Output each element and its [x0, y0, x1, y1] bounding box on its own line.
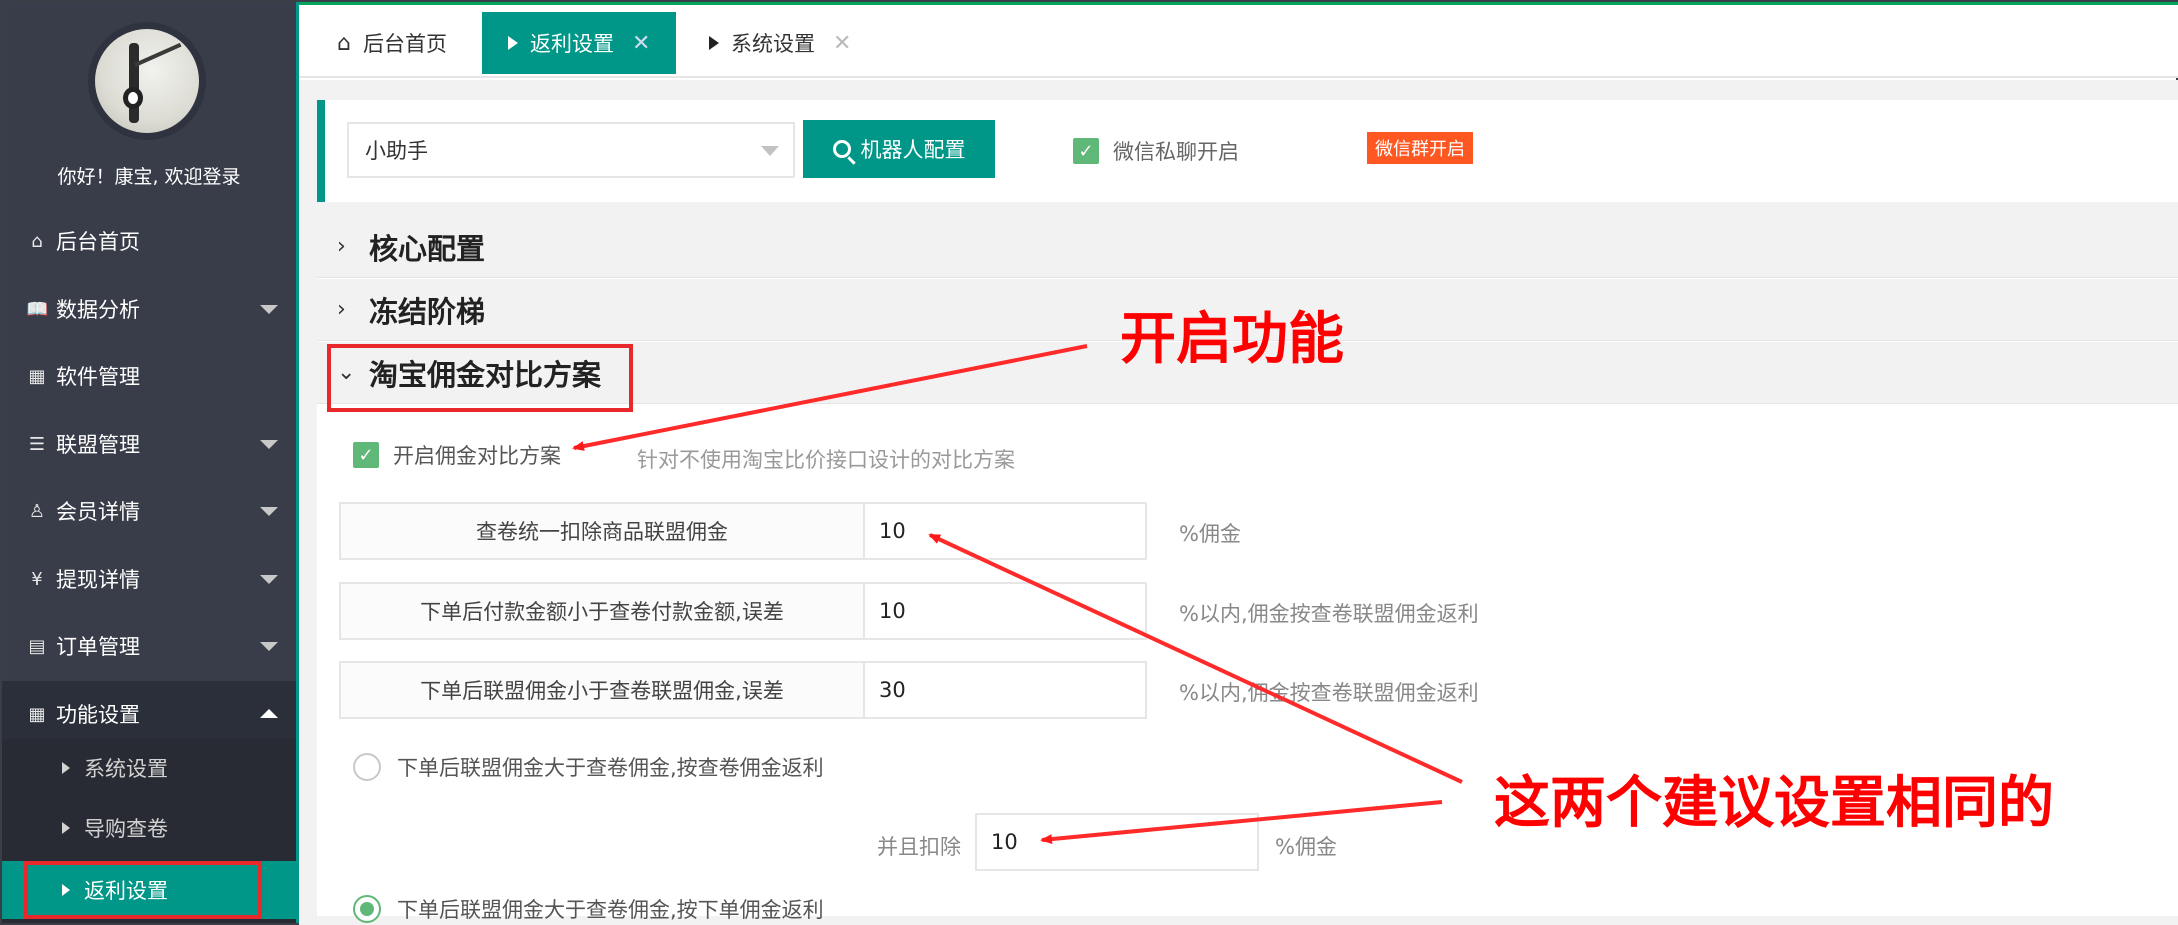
wechat-private-label: 微信私聊开启 [1113, 140, 1239, 164]
radio-rebate-by-query[interactable]: 下单后联盟佣金大于查卷佣金,按查卷佣金返利 [353, 752, 824, 782]
sidebar-item-label: 软件管理 [56, 365, 140, 389]
section-title: 淘宝佣金对比方案 [369, 357, 602, 392]
triangle-right-icon [508, 36, 518, 50]
sidebar-item-software[interactable]: ▦ 软件管理 [2, 343, 296, 409]
home-icon: ⌂ [31, 230, 43, 252]
wechat-private-toggle[interactable]: ✓ 微信私聊开启 [1073, 136, 1239, 166]
close-icon[interactable]: ✕ [632, 31, 650, 56]
deduct-unit: %佣金 [1275, 835, 1337, 859]
robot-config-label: 机器人配置 [860, 139, 966, 162]
avatar-image [95, 29, 199, 133]
annotation-same-suggestion: 这两个建议设置相同的 [1494, 771, 2054, 836]
sidebar-item-label: 提现详情 [56, 568, 140, 592]
sidebar-subitem-system-settings[interactable]: 系统设置 [2, 739, 296, 797]
table-icon: ▤ [28, 635, 46, 657]
triangle-right-icon [62, 884, 70, 896]
checkbox-checked-icon[interactable]: ✓ [1073, 138, 1099, 164]
enable-label: 开启佣金对比方案 [393, 444, 561, 468]
triangle-right-icon [62, 822, 70, 834]
wechat-group-badge[interactable]: 微信群开启 [1367, 132, 1473, 164]
sidebar-item-feature-settings[interactable]: ▦ 功能设置 [2, 681, 296, 747]
section-title: 核心配置 [369, 231, 486, 266]
radio-unselected-icon[interactable] [353, 753, 381, 781]
search-icon [832, 140, 851, 158]
sidebar-item-alliance[interactable]: ☰ 联盟管理 [2, 411, 296, 477]
enable-commission-compare[interactable]: ✓ 开启佣金对比方案 [353, 440, 561, 470]
caret-down-icon [260, 440, 278, 449]
annotation-enable-feature: 开启功能 [1120, 307, 1344, 372]
book-icon: 📖 [26, 298, 49, 320]
form-label: 下单后付款金额小于查卷付款金额,误差 [339, 582, 865, 640]
triangle-right-icon [62, 762, 70, 774]
robot-toolbar: 小助手 机器人配置 ✓ 微信私聊开启 微信群开启 [317, 100, 2178, 202]
sidebar: 你好！康宝, 欢迎登录 ⌂ 后台首页 📖 数据分析 ▦ 软件管理 ☰ 联盟管理 … [2, 2, 299, 923]
list-icon: ☰ [28, 433, 46, 455]
sidebar-item-label: 数据分析 [56, 298, 140, 322]
robot-select-value: 小助手 [365, 139, 428, 163]
home-icon: ⌂ [337, 30, 351, 56]
welcome-greeting: 你好！康宝, 欢迎登录 [57, 166, 241, 188]
section-title: 冻结阶梯 [369, 294, 486, 329]
section-core-config[interactable]: › 核心配置 [317, 216, 2178, 278]
triangle-right-icon [709, 36, 719, 50]
chevron-right-icon: › [337, 234, 346, 259]
chevron-down-icon [761, 146, 779, 156]
form-aux-text: %以内,佣金按查卷联盟佣金返利 [1179, 602, 1479, 626]
sidebar-item-label: 联盟管理 [56, 433, 140, 457]
yen-icon: ¥ [31, 568, 43, 590]
sidebar-item-label: 会员详情 [56, 500, 140, 524]
form-label: 查卷统一扣除商品联盟佣金 [339, 502, 865, 560]
sidebar-item-orders[interactable]: ▤ 订单管理 [2, 613, 296, 679]
caret-up-icon [260, 709, 278, 718]
caret-down-icon [260, 305, 278, 314]
tab-system-settings[interactable]: 系统设置 ✕ [709, 12, 851, 74]
deduct-percent-input[interactable]: 10 [975, 813, 1259, 871]
avatar[interactable] [88, 22, 206, 140]
form-aux-text: %以内,佣金按查卷联盟佣金返利 [1179, 681, 1479, 705]
apps-icon: ▦ [28, 703, 46, 725]
tab-label: 系统设置 [731, 32, 815, 56]
robot-config-button[interactable]: 机器人配置 [803, 120, 995, 178]
enable-hint: 针对不使用淘宝比价接口设计的对比方案 [637, 448, 1015, 472]
radio-selected-icon[interactable] [353, 895, 381, 923]
close-icon[interactable]: ✕ [833, 31, 851, 56]
sidebar-item-data-analysis[interactable]: 📖 数据分析 [2, 276, 296, 342]
sidebar-subitem-label: 返利设置 [84, 879, 168, 903]
sidebar-item-label: 后台首页 [56, 230, 140, 254]
radio-label: 下单后联盟佣金大于查卷佣金,按下单佣金返利 [397, 898, 824, 922]
caret-down-icon [260, 507, 278, 516]
radio-label: 下单后联盟佣金大于查卷佣金,按查卷佣金返利 [397, 756, 824, 780]
tab-bar-accent-line [299, 2, 2178, 5]
sidebar-subitem-label: 系统设置 [84, 757, 168, 781]
sidebar-item-label: 订单管理 [56, 635, 140, 659]
sidebar-item-label: 功能设置 [56, 703, 140, 727]
sidebar-subitem-label: 导购查卷 [84, 817, 168, 841]
caret-down-icon [260, 575, 278, 584]
payment-diff-input[interactable]: 10 [863, 582, 1147, 640]
user-icon: ♙ [28, 500, 46, 522]
sidebar-item-members[interactable]: ♙ 会员详情 [2, 478, 296, 544]
sidebar-item-dashboard[interactable]: ⌂ 后台首页 [2, 208, 296, 274]
form-aux-text: %佣金 [1179, 522, 1241, 546]
grid-icon: ▦ [28, 365, 46, 387]
sidebar-item-withdrawal[interactable]: ¥ 提现详情 [2, 546, 296, 612]
tab-label: 后台首页 [362, 32, 447, 56]
tab-bar: ⌂ 后台首页 返利设置 ✕ 系统设置 ✕ [299, 2, 2178, 78]
radio-rebate-by-order[interactable]: 下单后联盟佣金大于查卷佣金,按下单佣金返利 [353, 894, 824, 924]
chevron-down-icon: ⌄ [337, 360, 356, 385]
sidebar-subitem-shopping-guide[interactable]: 导购查卷 [2, 799, 296, 857]
deduct-label: 并且扣除 [877, 835, 961, 859]
tab-label: 返利设置 [530, 32, 614, 56]
deduct-commission-input[interactable]: 10 [863, 502, 1147, 560]
sidebar-subnav: 系统设置 导购查卷 返利设置 [2, 739, 296, 923]
form-label: 下单后联盟佣金小于查卷联盟佣金,误差 [339, 661, 865, 719]
caret-down-icon [260, 642, 278, 651]
sidebar-subitem-rebate-settings[interactable]: 返利设置 [2, 861, 296, 919]
tab-rebate-settings[interactable]: 返利设置 ✕ [482, 12, 677, 74]
tab-dashboard[interactable]: ⌂ 后台首页 [337, 12, 447, 74]
checkbox-checked-icon[interactable]: ✓ [353, 442, 379, 468]
robot-select[interactable]: 小助手 [347, 122, 795, 178]
commission-diff-input[interactable]: 30 [863, 661, 1147, 719]
chevron-right-icon: › [337, 297, 346, 322]
